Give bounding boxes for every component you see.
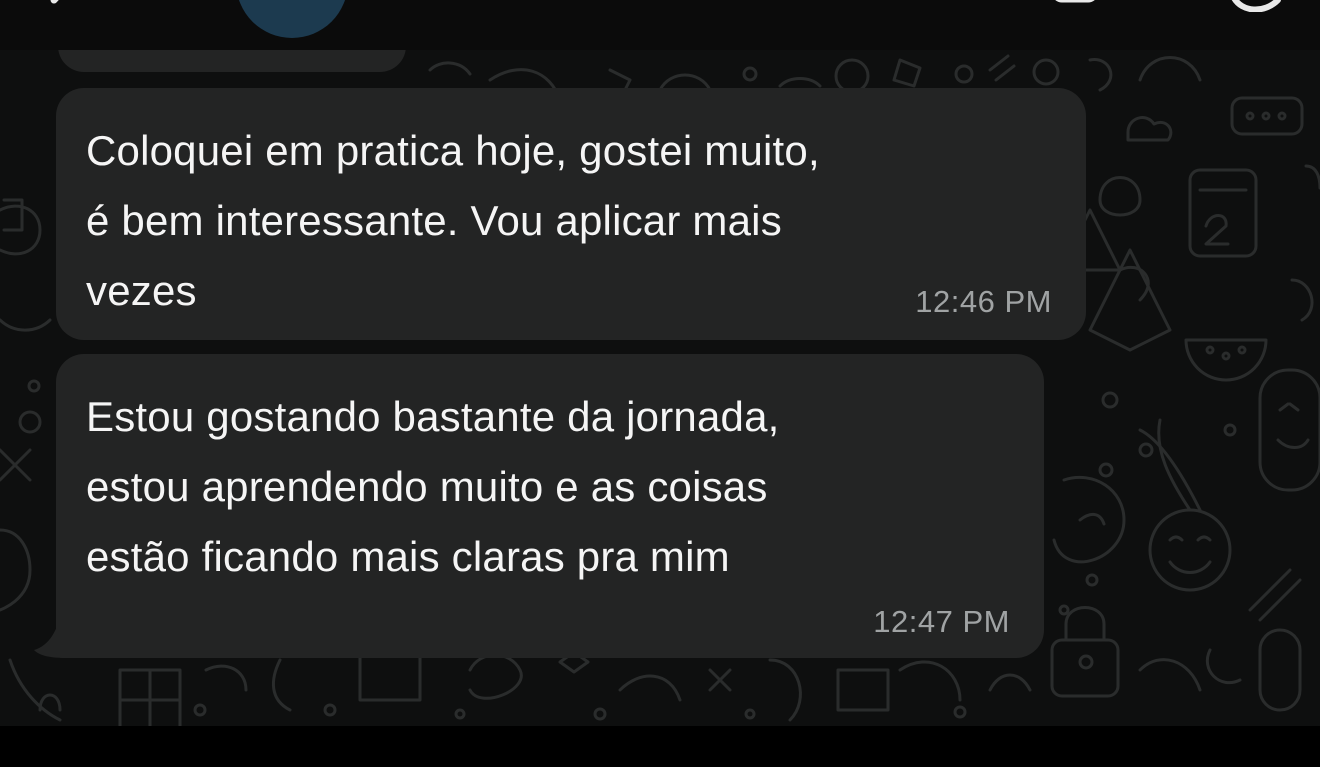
message-timestamp: 12:46 PM [915,284,1052,319]
message-timestamp: 12:47 PM [873,604,1010,639]
message-line: Coloquei em pratica hoje, gostei muito, [86,127,820,174]
message-line: é bem interessante. Vou aplicar mais [86,197,782,244]
message-bubble[interactable]: Estou gostando bastante da jornada, esto… [56,354,1044,658]
video-camera-icon[interactable] [1052,0,1116,4]
previous-message-bubble [58,50,406,72]
message-line: estão ficando mais claras pra mim [86,533,730,580]
message-text: Estou gostando bastante da jornada, esto… [86,382,780,592]
message-line: estou aprendendo muito e as coisas [86,463,768,510]
message-line: vezes [86,267,197,314]
chat-header [0,0,1320,50]
bottom-bar [0,726,1320,767]
chat-area[interactable]: Coloquei em pratica hoje, gostei muito, … [0,50,1320,726]
message-bubble[interactable]: Coloquei em pratica hoje, gostei muito, … [56,88,1086,340]
avatar[interactable] [236,0,348,38]
phone-icon[interactable] [1228,0,1284,12]
message-text: Coloquei em pratica hoje, gostei muito, … [86,116,820,326]
chevron-left-icon[interactable] [40,0,100,30]
message-line: Estou gostando bastante da jornada, [86,393,780,440]
